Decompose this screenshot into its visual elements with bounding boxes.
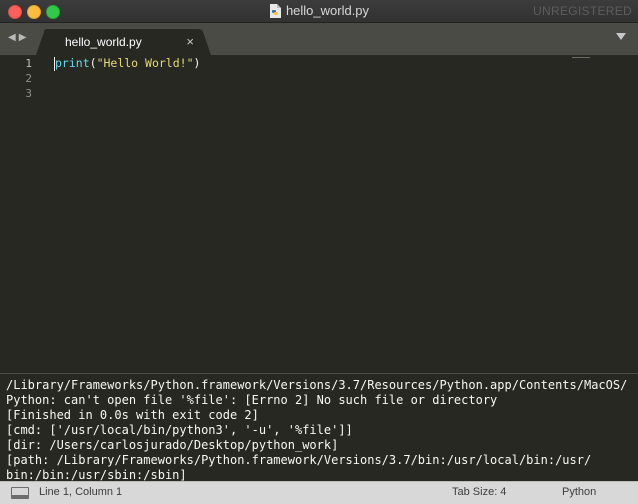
tab-hello-world[interactable]: hello_world.py × (44, 29, 202, 55)
line-number: 2 (25, 72, 32, 85)
code-editor[interactable]: 1 2 3 print("Hello World!") (0, 55, 638, 373)
line-number-gutter: 1 2 3 (0, 56, 40, 101)
status-bar: Line 1, Column 1 Tab Size: 4 Python (0, 481, 638, 504)
syntax-selector[interactable]: Python (562, 486, 596, 498)
tab-list-dropdown-icon[interactable] (616, 33, 626, 40)
minimap[interactable] (572, 56, 590, 59)
paren-open-token: ( (89, 56, 97, 70)
title-bar: hello_world.py UNREGISTERED (0, 0, 638, 23)
tab-label: hello_world.py (65, 35, 142, 49)
line-number: 3 (25, 87, 32, 100)
forward-arrow-icon[interactable]: ▶ (19, 32, 30, 43)
output-line: [path: /Library/Frameworks/Python.framew… (6, 453, 592, 467)
output-line: Python: can't open file '%file': [Errno … (6, 393, 498, 407)
panel-toggle-icon[interactable] (11, 487, 29, 499)
tab-bar: ◀▶ hello_world.py × (0, 23, 638, 55)
code-line-1[interactable]: print("Hello World!") (55, 56, 200, 71)
tab-right-edge (202, 29, 211, 55)
output-line: /Library/Frameworks/Python.framework/Ver… (6, 378, 628, 392)
tab-close-icon[interactable]: × (186, 34, 194, 49)
string-token: "Hello World!" (96, 56, 194, 70)
tab-size-selector[interactable]: Tab Size: 4 (452, 486, 506, 498)
output-line: [cmd: ['/usr/local/bin/python3', '-u', '… (6, 423, 353, 437)
output-line: [Finished in 0.0s with exit code 2] (6, 408, 259, 422)
output-line: bin:/bin:/usr/sbin:/sbin] (6, 468, 187, 482)
unregistered-label: UNREGISTERED (533, 4, 632, 18)
tab-navigation[interactable]: ◀▶ (8, 32, 29, 43)
paren-close-token: ) (193, 56, 201, 70)
function-token: print (55, 56, 90, 70)
cursor-position: Line 1, Column 1 (39, 486, 123, 498)
python-file-icon (269, 3, 281, 18)
output-line: [dir: /Users/carlosjurado/Desktop/python… (6, 438, 339, 452)
window-title-text: hello_world.py (285, 3, 370, 18)
back-arrow-icon[interactable]: ◀ (8, 32, 19, 43)
line-number: 1 (25, 57, 32, 70)
build-output-panel[interactable]: /Library/Frameworks/Python.framework/Ver… (0, 373, 638, 482)
